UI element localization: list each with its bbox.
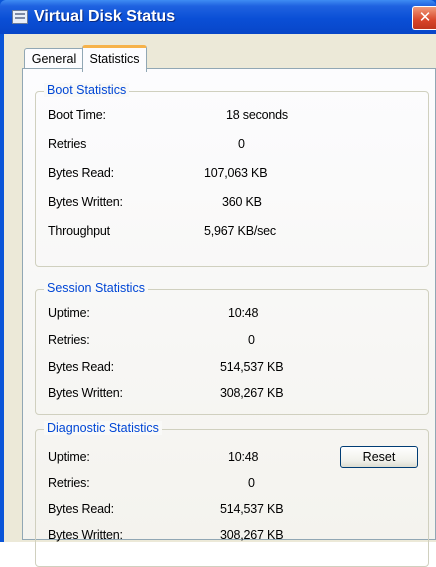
tab-statistics[interactable]: Statistics — [82, 45, 147, 72]
title-bar[interactable]: Virtual Disk Status ✕ — [0, 0, 436, 34]
boot-throughput-value: 5,967 KB/sec — [204, 224, 276, 238]
boot-statistics-title: Boot Statistics — [44, 83, 130, 97]
statistics-panel: Boot Statistics Boot Time: 18 seconds Re… — [22, 68, 436, 567]
diagnostic-statistics-group: Diagnostic Statistics Reset Uptime: 10:4… — [35, 421, 429, 567]
diagnostic-retries-label: Retries: — [48, 476, 90, 490]
boot-throughput-label: Throughput — [48, 224, 110, 238]
session-uptime-value: 10:48 — [228, 306, 259, 320]
diagnostic-bytes-read-label: Bytes Read: — [48, 502, 114, 516]
diagnostic-statistics-title: Diagnostic Statistics — [44, 421, 162, 435]
boot-time-label: Boot Time: — [48, 108, 106, 122]
boot-bytes-written-label: Bytes Written: — [48, 195, 123, 209]
diagnostic-bytes-read-value: 514,537 KB — [220, 502, 284, 516]
dialog-body: General Statistics Boot Statistics Boot … — [4, 34, 436, 567]
session-bytes-written-label: Bytes Written: — [48, 386, 123, 400]
session-bytes-read-value: 514,537 KB — [220, 360, 284, 374]
boot-time-value: 18 seconds — [226, 108, 288, 122]
diagnostic-bytes-written-label: Bytes Written: — [48, 528, 123, 542]
boot-statistics-group: Boot Statistics Boot Time: 18 seconds Re… — [35, 83, 429, 267]
reset-button[interactable]: Reset — [340, 446, 418, 468]
session-retries-value: 0 — [248, 333, 255, 347]
boot-bytes-read-value: 107,063 KB — [204, 166, 268, 180]
session-uptime-label: Uptime: — [48, 306, 90, 320]
virtual-disk-status-window: Virtual Disk Status ✕ General Statistics… — [0, 0, 436, 567]
session-retries-label: Retries: — [48, 333, 90, 347]
close-icon: ✕ — [418, 9, 432, 26]
session-statistics-group: Session Statistics Uptime: 10:48 Retries… — [35, 281, 429, 415]
session-bytes-read-label: Bytes Read: — [48, 360, 114, 374]
close-button[interactable]: ✕ — [412, 6, 436, 30]
diagnostic-retries-value: 0 — [248, 476, 255, 490]
session-statistics-title: Session Statistics — [44, 281, 148, 295]
disk-status-icon — [12, 10, 28, 24]
diagnostic-uptime-label: Uptime: — [48, 450, 90, 464]
diagnostic-uptime-value: 10:48 — [228, 450, 259, 464]
boot-bytes-read-label: Bytes Read: — [48, 166, 114, 180]
boot-retries-label: Retries — [48, 137, 87, 151]
window-title: Virtual Disk Status — [34, 8, 176, 25]
session-bytes-written-value: 308,267 KB — [220, 386, 284, 400]
boot-bytes-written-value: 360 KB — [222, 195, 262, 209]
tab-general[interactable]: General — [24, 48, 84, 69]
boot-retries-value: 0 — [238, 137, 245, 151]
diagnostic-bytes-written-value: 308,267 KB — [220, 528, 284, 542]
